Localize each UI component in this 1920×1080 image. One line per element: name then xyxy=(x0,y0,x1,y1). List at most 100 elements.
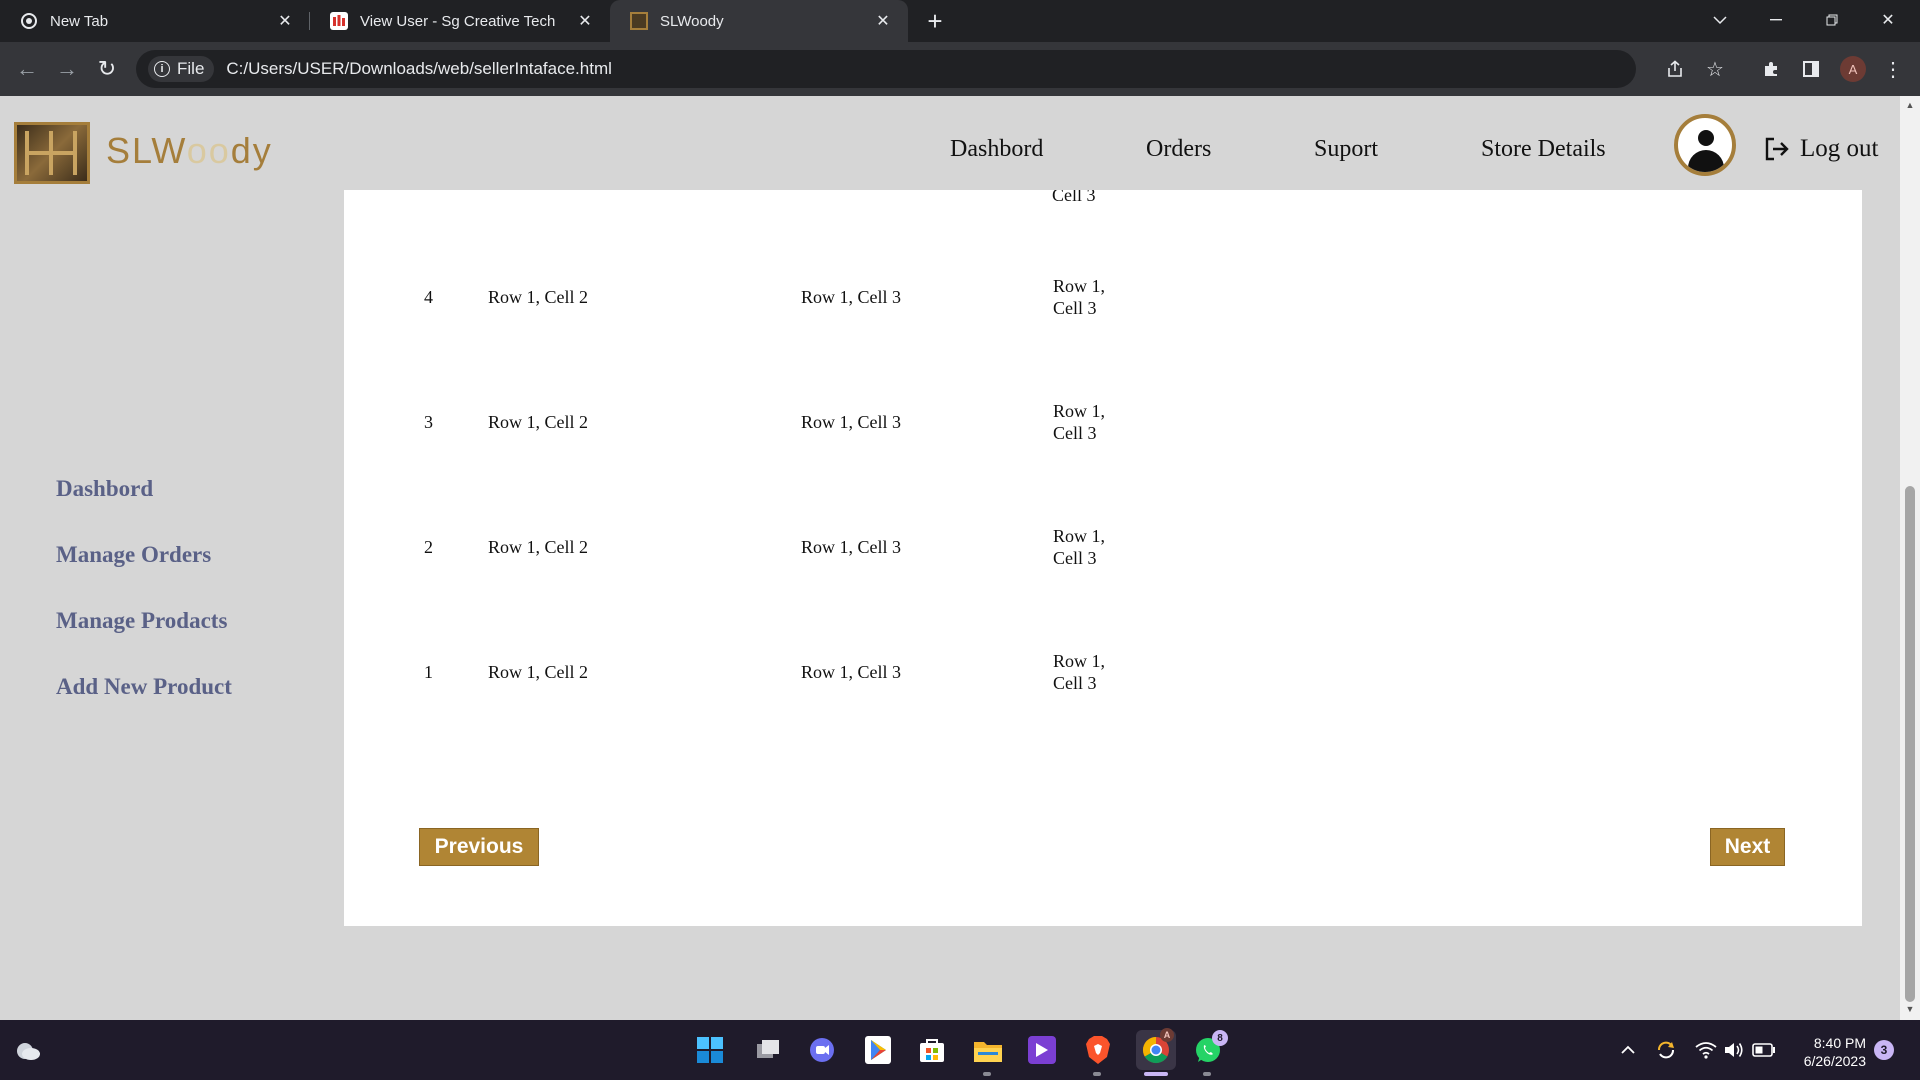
tab-slwoody[interactable]: SLWoody ✕ xyxy=(610,0,908,42)
scroll-down-arrow-icon[interactable]: ▼ xyxy=(1905,1004,1915,1014)
tab-search-chevron-icon[interactable] xyxy=(1692,0,1748,40)
brave-browser-icon[interactable] xyxy=(1082,1034,1114,1066)
clock-date: 6/26/2023 xyxy=(1803,1053,1866,1069)
table-cell: Cell 3 xyxy=(1053,548,1097,568)
table-cell: Row 1, xyxy=(1053,651,1106,671)
nav-store-details[interactable]: Store Details xyxy=(1481,136,1606,163)
browser-tab-strip: New Tab ✕ View User - Sg Creative Tech ✕… xyxy=(0,0,1920,42)
slwoody-logo-icon[interactable] xyxy=(14,122,90,184)
profile-avatar[interactable]: A xyxy=(1838,54,1868,84)
chrome-taskbar-icon[interactable]: A xyxy=(1136,1028,1176,1070)
more-menu-icon[interactable]: ⋮ xyxy=(1878,54,1908,84)
tab-label: SLWoody xyxy=(660,12,724,30)
nav-orders[interactable]: Orders xyxy=(1146,136,1211,163)
chrome-icon xyxy=(20,12,38,30)
logout-button[interactable]: Log out xyxy=(1762,134,1878,164)
close-tab-icon[interactable]: ✕ xyxy=(872,10,894,32)
scroll-thumb[interactable] xyxy=(1905,486,1915,1002)
info-icon: i xyxy=(154,61,170,77)
tab-label: View User - Sg Creative Tech xyxy=(360,12,556,30)
share-icon[interactable] xyxy=(1660,54,1690,84)
restore-icon[interactable] xyxy=(1804,0,1860,40)
logo-text-part: SLW xyxy=(106,130,187,171)
minimize-icon[interactable] xyxy=(1748,0,1804,40)
whatsapp-icon[interactable]: 8 xyxy=(1192,1030,1228,1066)
tab-label: New Tab xyxy=(50,12,109,30)
close-window-icon[interactable]: ✕ xyxy=(1860,0,1916,40)
microsoft-store-icon[interactable] xyxy=(916,1034,948,1066)
table-cell: Row 1, xyxy=(1053,401,1106,421)
logout-label: Log out xyxy=(1800,135,1879,162)
table-cell: Row 1, Cell 3 xyxy=(801,412,902,432)
reload-icon[interactable]: ↻ xyxy=(92,54,122,84)
whatsapp-unread-badge: 8 xyxy=(1212,1030,1228,1046)
table-cell: Cell 3 xyxy=(1053,298,1097,318)
table-cell: Row 1, Cell 2 xyxy=(488,662,589,682)
site-header: SLWoody Dashbord Orders Suport Store Det… xyxy=(0,96,1900,190)
sidebar: Dashbord Manage Orders Manage Prodacts A… xyxy=(0,190,314,1020)
table-cell: Row 1, xyxy=(1053,526,1106,546)
google-play-icon[interactable] xyxy=(862,1034,894,1066)
browser-toolbar: ← → ↻ i File C:/Users/USER/Downloads/web… xyxy=(0,42,1920,96)
file-explorer-icon[interactable] xyxy=(972,1034,1004,1066)
windows-taskbar: A 8 8:40 PM 6/26/2023 3 xyxy=(0,1020,1920,1080)
nav-dashboard[interactable]: Dashbord xyxy=(950,136,1043,163)
table-cell-id: 4 xyxy=(424,287,433,307)
sidebar-item-manage-orders[interactable]: Manage Orders xyxy=(56,542,211,568)
logo-text-part: oo xyxy=(186,130,231,171)
back-arrow-icon[interactable]: ← xyxy=(12,54,42,84)
table-cell: Row 1, xyxy=(1053,276,1106,296)
show-hidden-icons-chevron-icon[interactable] xyxy=(1612,1034,1644,1066)
sync-icon[interactable] xyxy=(1650,1034,1682,1066)
nav-support[interactable]: Suport xyxy=(1314,136,1378,163)
page-viewport: SLWoody Dashbord Orders Suport Store Det… xyxy=(0,96,1900,1020)
page-scrollbar[interactable]: ▲ ▼ xyxy=(1900,96,1920,1020)
volume-icon[interactable] xyxy=(1718,1034,1750,1066)
table-cell: Row 1, Cell 2 xyxy=(488,287,589,307)
active-indicator xyxy=(1144,1072,1168,1076)
close-tab-icon[interactable]: ✕ xyxy=(274,10,296,32)
forward-arrow-icon[interactable]: → xyxy=(52,54,82,84)
url-scheme-label: File xyxy=(177,59,205,78)
running-indicator xyxy=(1093,1072,1101,1076)
table-cell: Row 1, Cell 2 xyxy=(488,537,589,557)
next-page-button[interactable]: Next xyxy=(1710,828,1785,866)
table-cell: Cell 3 xyxy=(1053,673,1097,693)
table-cell: Row 1, Cell 2 xyxy=(488,412,589,432)
windows-start-icon[interactable] xyxy=(694,1034,726,1066)
logo-wordmark[interactable]: SLWoody xyxy=(106,130,273,172)
side-panel-icon[interactable] xyxy=(1796,54,1826,84)
address-bar[interactable]: i File C:/Users/USER/Downloads/web/selle… xyxy=(136,50,1636,88)
chrome-profile-badge: A xyxy=(1160,1028,1174,1042)
new-tab-button[interactable]: + xyxy=(920,6,950,36)
battery-icon[interactable] xyxy=(1748,1034,1780,1066)
taskbar-clock[interactable]: 8:40 PM 6/26/2023 xyxy=(1796,1034,1866,1070)
table-cell: Row 1, Cell 3 xyxy=(801,537,902,557)
table-cell-id: 3 xyxy=(424,412,433,432)
sidebar-item-manage-products[interactable]: Manage Prodacts xyxy=(56,608,227,634)
notification-center-badge[interactable]: 3 xyxy=(1874,1040,1894,1060)
table-cell: Row 1, Cell 3 xyxy=(801,662,902,682)
tab-new-tab[interactable]: New Tab ✕ xyxy=(0,0,310,42)
logo-text-part: dy xyxy=(230,130,273,171)
bookmark-star-icon[interactable]: ☆ xyxy=(1700,54,1730,84)
previous-page-button[interactable]: Previous xyxy=(419,828,539,866)
weather-widget-icon[interactable] xyxy=(12,1034,44,1066)
scroll-up-arrow-icon[interactable]: ▲ xyxy=(1905,100,1915,110)
running-indicator xyxy=(983,1072,991,1076)
extensions-puzzle-icon[interactable] xyxy=(1756,54,1786,84)
url-text: C:/Users/USER/Downloads/web/sellerIntafa… xyxy=(226,59,612,78)
visual-studio-icon[interactable] xyxy=(1026,1034,1058,1066)
table-cell-id: 2 xyxy=(424,537,433,557)
orders-table-panel: Cell 3 4 Row 1, Cell 2 Row 1, Cell 3 Row… xyxy=(344,185,1862,926)
tab-view-user[interactable]: View User - Sg Creative Tech ✕ xyxy=(310,0,610,42)
sidebar-item-dashboard[interactable]: Dashbord xyxy=(56,476,153,502)
slwoody-favicon xyxy=(630,12,648,30)
site-info-chip[interactable]: i File xyxy=(148,56,215,82)
user-avatar-icon[interactable] xyxy=(1674,114,1736,176)
sidebar-item-add-new-product[interactable]: Add New Product xyxy=(56,674,232,700)
task-view-icon[interactable] xyxy=(752,1034,784,1066)
teams-chat-icon[interactable] xyxy=(806,1034,838,1066)
close-tab-icon[interactable]: ✕ xyxy=(574,10,596,32)
logout-icon xyxy=(1765,137,1789,161)
